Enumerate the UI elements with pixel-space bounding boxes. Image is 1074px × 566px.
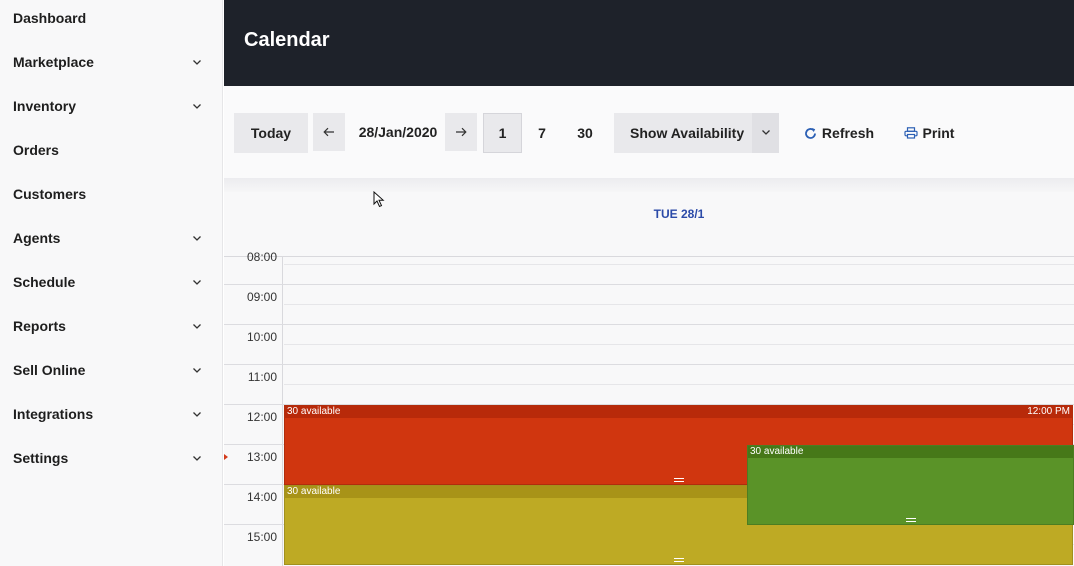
page-title: Calendar [244, 29, 330, 51]
mouse-cursor-icon [373, 190, 385, 208]
resize-handle[interactable] [673, 558, 684, 562]
time-label: 15:00 [246, 530, 277, 544]
prev-date-button[interactable] [313, 113, 345, 151]
refresh-label: Refresh [821, 125, 875, 141]
sidebar-item-marketplace[interactable]: Marketplace [0, 40, 223, 84]
time-label: 11:00 [247, 370, 277, 384]
time-column: 08:00 09:00 10:00 11:00 12:00 13:00 14:0… [224, 250, 283, 566]
sidebar-item-reports[interactable]: Reports [0, 304, 223, 348]
hour-line [224, 284, 1074, 285]
page-header: Calendar [224, 0, 1074, 86]
sidebar-item-agents[interactable]: Agents [0, 216, 223, 260]
print-icon [903, 127, 918, 139]
today-button[interactable]: Today [234, 113, 308, 153]
sidebar-item-label: Schedule [13, 274, 76, 290]
availability-event-green[interactable]: 30 available [747, 445, 1074, 525]
view-30-day-button[interactable]: 30 [567, 113, 603, 153]
refresh-button[interactable]: Refresh [802, 113, 876, 153]
sidebar-item-label: Agents [13, 230, 61, 246]
sidebar-item-label: Marketplace [13, 54, 94, 70]
hour-line [224, 324, 1074, 325]
calendar-grid: 08:00 09:00 10:00 11:00 12:00 13:00 14:0… [224, 250, 1074, 566]
sidebar-item-inventory[interactable]: Inventory [0, 84, 223, 128]
sidebar-item-label: Sell Online [13, 362, 86, 378]
arrow-left-icon [323, 124, 335, 140]
time-label: 13:00 [246, 450, 277, 464]
refresh-icon [804, 127, 817, 140]
chevron-down-icon [191, 100, 203, 112]
event-title: 30 available [287, 406, 341, 417]
availability-dropdown-toggle[interactable] [752, 113, 779, 153]
event-header: 30 available [748, 446, 1073, 458]
toolbar-divider [224, 178, 1074, 192]
sidebar-item-label: Integrations [13, 406, 94, 422]
calendar-toolbar: Today 28/Jan/2020 1 7 30 Show Availabili… [224, 86, 1074, 178]
arrow-right-icon [455, 124, 467, 140]
view-1-day-button[interactable]: 1 [483, 113, 522, 153]
chevron-down-icon [760, 125, 772, 141]
sidebar-item-integrations[interactable]: Integrations [0, 392, 223, 436]
event-header: 30 available 12:00 PM [285, 406, 1072, 418]
event-title: 30 available [750, 446, 804, 457]
event-time: 12:00 PM [1027, 406, 1070, 417]
sidebar-item-customers[interactable]: Customers [0, 172, 223, 216]
sidebar-item-label: Reports [13, 318, 66, 334]
chevron-down-icon [191, 408, 203, 420]
resize-handle[interactable] [905, 518, 916, 522]
sidebar-item-settings[interactable]: Settings [0, 436, 223, 480]
print-label: Print [922, 125, 955, 141]
day-column-header[interactable]: TUE 28/1 [284, 207, 1074, 221]
time-label: 08:00 [246, 250, 277, 264]
print-button[interactable]: Print [902, 113, 956, 153]
sidebar-item-label: Inventory [13, 98, 77, 114]
time-label: 14:00 [246, 490, 277, 504]
sidebar-item-dashboard[interactable]: Dashboard [0, 0, 223, 40]
calendar-view: TUE 28/1 08:00 09:00 10:00 11:00 12:00 1… [224, 192, 1074, 566]
sidebar-item-sell-online[interactable]: Sell Online [0, 348, 223, 392]
chevron-down-icon [191, 452, 203, 464]
next-date-button[interactable] [445, 113, 477, 151]
chevron-down-icon [191, 276, 203, 288]
current-time-marker [224, 454, 228, 460]
sidebar-item-label: Orders [13, 142, 59, 158]
chevron-down-icon [191, 320, 203, 332]
sidebar-item-label: Settings [13, 450, 69, 466]
sidebar-item-schedule[interactable]: Schedule [0, 260, 223, 304]
chevron-down-icon [191, 364, 203, 376]
time-label: 09:00 [246, 290, 277, 304]
sidebar-item-orders[interactable]: Orders [0, 128, 223, 172]
hour-line [224, 364, 1074, 365]
resize-handle[interactable] [673, 478, 684, 482]
chevron-down-icon [191, 232, 203, 244]
half-hour-line [284, 384, 1074, 385]
sidebar: Dashboard Marketplace Inventory Orders C… [0, 0, 223, 566]
current-date-label[interactable]: 28/Jan/2020 [348, 113, 448, 151]
half-hour-line [284, 264, 1074, 265]
view-7-day-button[interactable]: 7 [526, 113, 558, 153]
time-label: 10:00 [246, 330, 277, 344]
time-label: 12:00 [246, 410, 277, 424]
chevron-down-icon [191, 56, 203, 68]
half-hour-line [284, 304, 1074, 305]
sidebar-item-label: Dashboard [13, 10, 87, 26]
half-hour-line [284, 344, 1074, 345]
event-title: 30 available [287, 486, 341, 497]
sidebar-item-label: Customers [13, 186, 87, 202]
show-availability-button[interactable]: Show Availability [614, 113, 752, 153]
